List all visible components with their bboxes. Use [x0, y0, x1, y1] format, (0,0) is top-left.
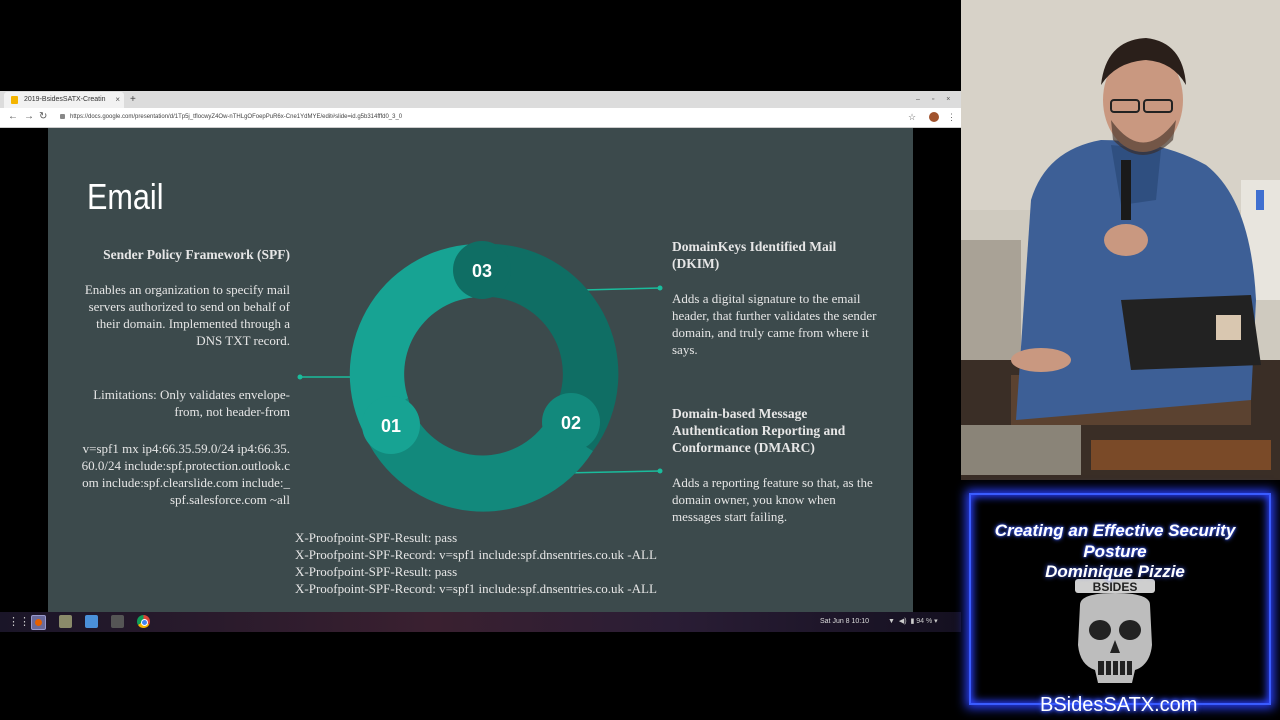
presentation-slide: Email Sender Policy Framework (SPF) Enab…: [48, 128, 913, 612]
header-line: X-Proofpoint-SPF-Record: v=spf1 include:…: [295, 547, 657, 562]
firefox-icon[interactable]: [31, 615, 46, 630]
speaker-photo: [961, 0, 1280, 480]
taskbar-clock[interactable]: Sat Jun 8 10:10: [820, 612, 869, 632]
speaker-name: Dominique Pizzie: [1045, 562, 1185, 581]
spf-header-lines: X-Proofpoint-SPF-Result: pass X-Proofpoi…: [295, 529, 657, 597]
dmarc-connector-line: [562, 470, 661, 474]
dmarc-connector-dot: [657, 468, 663, 474]
menu-kebab-icon[interactable]: ⋮: [947, 109, 956, 125]
talk-title: Creating an Effective Security Posture: [994, 521, 1236, 561]
chrome-icon[interactable]: [137, 615, 150, 628]
dkim-connector-line: [582, 287, 661, 291]
tab-close-icon[interactable]: ×: [115, 92, 120, 108]
files-icon[interactable]: [59, 615, 72, 628]
system-tray[interactable]: ▼ ◀) ▮ 94 % ▾: [888, 612, 938, 632]
forward-arrow-icon[interactable]: →: [24, 109, 34, 125]
bsides-skull-logo: BSIDES: [1075, 579, 1155, 683]
logo-wordmark: BSIDES: [1093, 580, 1138, 594]
bag-icon[interactable]: [85, 615, 98, 628]
battery-level: 94 %: [916, 618, 933, 625]
site-url: BSidesSATX.com: [1040, 694, 1198, 716]
tab-title: 2019-BsidesSATX-Creatin: [24, 96, 106, 103]
dkim-connector-dot: [657, 285, 663, 291]
dmarc-heading: Domain-based Message Authentication Repo…: [672, 406, 846, 455]
header-line: X-Proofpoint-SPF-Result: pass: [295, 530, 458, 545]
url-text: https://docs.google.com/presentation/d/1…: [70, 114, 403, 120]
battery-icon[interactable]: ▮: [910, 618, 914, 625]
profile-avatar[interactable]: [929, 112, 939, 122]
dmarc-description: Adds a reporting feature so that, as the…: [672, 475, 873, 524]
lock-icon: [60, 113, 65, 119]
volume-icon[interactable]: ◀): [899, 618, 907, 625]
speaker-camera-feed: [961, 0, 1280, 480]
window-controls[interactable]: – ▫ ×: [916, 92, 955, 108]
url-field[interactable]: https://docs.google.com/presentation/d/1…: [60, 111, 890, 124]
reload-icon[interactable]: ↻: [39, 109, 47, 125]
apps-grid-icon[interactable]: ⋮⋮: [8, 614, 30, 630]
ring-label-03: 03: [472, 261, 492, 281]
terminal-icon[interactable]: [111, 615, 124, 628]
bookmark-star-icon[interactable]: ☆: [908, 109, 916, 125]
browser-tab[interactable]: 2019-BsidesSATX-Creatin ×: [4, 92, 124, 108]
header-line: X-Proofpoint-SPF-Result: pass: [295, 564, 458, 579]
spf-connector-dot: [297, 374, 303, 380]
ring-label-02: 02: [561, 413, 581, 433]
dkim-description: Adds a digital signature to the email he…: [672, 291, 877, 357]
ring-label-01: 01: [381, 416, 401, 436]
slides-favicon-icon: [11, 96, 18, 104]
header-line: X-Proofpoint-SPF-Record: v=spf1 include:…: [295, 581, 657, 596]
wifi-icon[interactable]: ▼: [888, 618, 895, 625]
dkim-heading: DomainKeys Identified Mail (DKIM): [672, 239, 837, 271]
browser-tab-bar: [0, 91, 961, 108]
new-tab-button[interactable]: +: [130, 92, 136, 108]
back-arrow-icon[interactable]: ←: [8, 109, 18, 125]
